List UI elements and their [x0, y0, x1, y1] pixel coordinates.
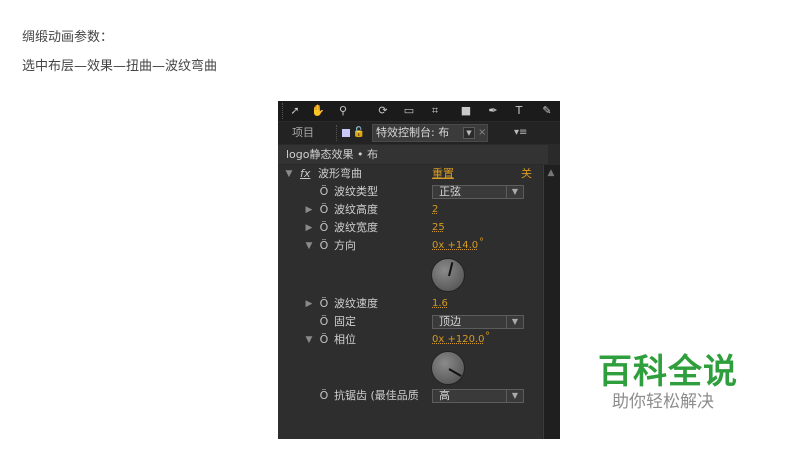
tab-close-icon[interactable]: ×: [478, 125, 486, 141]
expand-triangle-icon[interactable]: ▶: [304, 219, 314, 237]
effect-controls-panel: ➚ ✋ ⚲ ⟳ ▭ ⌗ ■ ✒ T ✎ 项目 🔓 特效控制台: 布 ▼ × ▾≡…: [278, 101, 560, 439]
panel-scrollbar[interactable]: ▲: [543, 165, 560, 439]
direction-value[interactable]: 0x +14.0: [432, 237, 478, 255]
stopwatch-icon[interactable]: Ö: [318, 219, 330, 237]
direction-dial[interactable]: [431, 258, 465, 292]
phase-dial[interactable]: [431, 351, 465, 385]
stopwatch-icon[interactable]: Ö: [318, 183, 330, 201]
wave-type-row: Ö 波纹类型 正弦 ▼: [278, 183, 542, 201]
stopwatch-icon[interactable]: Ö: [318, 313, 330, 331]
phase-value[interactable]: 0x +120.0: [432, 331, 484, 349]
wave-speed-value[interactable]: 1.6: [432, 295, 448, 313]
collapse-triangle-icon[interactable]: ▼: [304, 237, 314, 255]
pinning-select[interactable]: 顶边 ▼: [432, 315, 524, 329]
instruction-path: 选中布层—效果—扭曲—波纹弯曲: [22, 59, 218, 74]
effect-properties-list: ▼ fx 波形弯曲 重置 关 Ö 波纹类型 正弦 ▼ ▶ Ö 波纹高度 2 ▶ …: [278, 165, 542, 439]
wave-width-label: 波纹宽度: [334, 221, 378, 234]
scroll-up-icon[interactable]: ▲: [546, 169, 556, 178]
direction-row: ▼ Ö 方向 0x +14.0 °: [278, 237, 542, 255]
pinning-row: Ö 固定 顶边 ▼: [278, 313, 542, 331]
hand-icon[interactable]: ✋: [311, 104, 325, 118]
dial-needle: [448, 368, 462, 377]
effect-header-row: ▼ fx 波形弯曲 重置 关: [278, 165, 542, 183]
chevron-down-icon: ▼: [506, 186, 523, 198]
wave-width-value[interactable]: 25: [432, 219, 445, 237]
selection-arrow-icon[interactable]: ➚: [288, 104, 302, 118]
tab-dropdown-icon[interactable]: ▼: [463, 127, 475, 139]
wave-height-row: ▶ Ö 波纹高度 2: [278, 201, 542, 219]
wave-type-select[interactable]: 正弦 ▼: [432, 185, 524, 199]
chevron-down-icon: ▼: [506, 390, 523, 402]
watermark: 百科全说 助你轻松解决: [598, 353, 748, 413]
zoom-icon[interactable]: ⚲: [336, 104, 350, 118]
degree-unit: °: [485, 331, 490, 342]
antialias-value: 高: [439, 389, 450, 402]
toolbar-grip: [282, 103, 285, 119]
text-icon[interactable]: T: [512, 104, 526, 118]
pinning-value: 顶边: [439, 315, 461, 328]
stopwatch-icon[interactable]: Ö: [318, 295, 330, 313]
stopwatch-icon[interactable]: Ö: [318, 387, 330, 405]
tools-toolbar: ➚ ✋ ⚲ ⟳ ▭ ⌗ ■ ✒ T ✎: [278, 101, 560, 121]
direction-label: 方向: [334, 239, 356, 252]
tab-effect-controls[interactable]: 特效控制台: 布 ▼ ×: [372, 124, 488, 142]
dial-needle: [448, 262, 454, 277]
panel-tabbar: 项目 🔓 特效控制台: 布 ▼ × ▾≡: [278, 122, 560, 144]
pen-icon[interactable]: ✒: [486, 104, 500, 118]
collapse-triangle-icon[interactable]: ▼: [284, 165, 294, 183]
collapse-triangle-icon[interactable]: ▼: [304, 331, 314, 349]
tab-project[interactable]: 项目: [292, 125, 314, 141]
chevron-down-icon: ▼: [506, 316, 523, 328]
tab-effect-controls-label: 特效控制台: 布: [376, 126, 450, 139]
fx-toggle[interactable]: fx: [300, 165, 310, 183]
tab-separator: [336, 125, 339, 141]
antialias-select[interactable]: 高 ▼: [432, 389, 524, 403]
about-link[interactable]: 关: [521, 165, 532, 183]
wave-height-label: 波纹高度: [334, 203, 378, 216]
effect-name: 波形弯曲: [318, 167, 362, 180]
antialias-label: 抗锯齿 (最佳品质: [334, 389, 419, 402]
instruction-title: 绸缎动画参数：: [22, 30, 114, 45]
panel-color-icon: [342, 129, 350, 137]
watermark-subtitle: 助你轻松解决: [612, 392, 714, 412]
phase-label: 相位: [334, 333, 356, 346]
lock-icon[interactable]: 🔓: [352, 126, 366, 140]
pan-behind-icon[interactable]: ⌗: [428, 104, 442, 118]
wave-type-label: 波纹类型: [334, 185, 378, 198]
rectangle-icon[interactable]: ■: [459, 104, 473, 118]
expand-triangle-icon[interactable]: ▶: [304, 295, 314, 313]
stopwatch-icon[interactable]: Ö: [318, 331, 330, 349]
watermark-title: 百科全说: [598, 352, 738, 392]
wave-type-value: 正弦: [439, 185, 461, 198]
wave-speed-label: 波纹速度: [334, 297, 378, 310]
wave-speed-row: ▶ Ö 波纹速度 1.6: [278, 295, 542, 313]
stopwatch-icon[interactable]: Ö: [318, 201, 330, 219]
brush-icon[interactable]: ✎: [540, 104, 554, 118]
camera-icon[interactable]: ▭: [402, 104, 416, 118]
antialias-row: Ö 抗锯齿 (最佳品质 高 ▼: [278, 387, 542, 405]
phase-row: ▼ Ö 相位 0x +120.0 °: [278, 331, 542, 349]
expand-triangle-icon[interactable]: ▶: [304, 201, 314, 219]
pinning-label: 固定: [334, 315, 356, 328]
degree-unit: °: [479, 237, 484, 248]
breadcrumb: logo静态效果 • 布: [278, 145, 548, 164]
wave-height-value[interactable]: 2: [432, 201, 438, 219]
wave-width-row: ▶ Ö 波纹宽度 25: [278, 219, 542, 237]
reset-link[interactable]: 重置: [432, 165, 454, 183]
stopwatch-icon[interactable]: Ö: [318, 237, 330, 255]
rotate-icon[interactable]: ⟳: [376, 104, 390, 118]
panel-menu-icon[interactable]: ▾≡: [514, 125, 527, 141]
